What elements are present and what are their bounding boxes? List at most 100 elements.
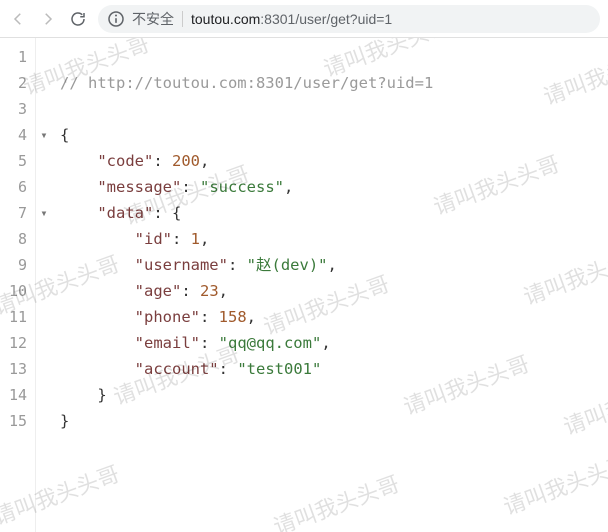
url-text: toutou.com:8301/user/get?uid=1: [191, 11, 392, 27]
code-token: ,: [284, 178, 293, 196]
browser-toolbar: 不安全 toutou.com:8301/user/get?uid=1: [0, 0, 608, 38]
reload-icon: [69, 10, 87, 28]
code-line: {: [60, 122, 600, 148]
code-token: : {: [153, 204, 181, 222]
fold-marker: [36, 252, 52, 278]
watermark-text: 请叫我头头哥: [499, 446, 608, 521]
line-number-gutter: 123456789101112131415: [0, 38, 36, 532]
code-token: "qq@qq.com": [219, 334, 322, 352]
code-token: :: [181, 282, 200, 300]
fold-marker: [36, 356, 52, 382]
code-line: "username": "赵(dev)",: [60, 252, 600, 278]
code-token: "id": [135, 230, 172, 248]
code-token: "success": [200, 178, 284, 196]
json-viewer: 123456789101112131415 ▾▾ ​// http://tout…: [0, 38, 608, 532]
code-token: :: [172, 230, 191, 248]
code-token: "data": [97, 204, 153, 222]
url-host: toutou.com: [191, 11, 260, 27]
url-path: /user/get?uid=1: [295, 11, 392, 27]
code-line: "data": {: [60, 200, 600, 226]
addr-divider: [182, 11, 183, 27]
code-token: "age": [135, 282, 182, 300]
code-token: }: [97, 386, 106, 404]
reload-button[interactable]: [68, 9, 88, 29]
line-number: 1: [0, 44, 27, 70]
code-token: 1: [191, 230, 200, 248]
watermark-text: 请叫我头头哥: [269, 466, 404, 532]
code-token: :: [200, 308, 219, 326]
code-token: ,: [200, 152, 209, 170]
code-line: "age": 23,: [60, 278, 600, 304]
code-token: 200: [172, 152, 200, 170]
line-number: 11: [0, 304, 27, 330]
arrow-left-icon: [9, 10, 27, 28]
code-token: ,: [321, 334, 330, 352]
fold-marker: [36, 304, 52, 330]
nav-forward-button[interactable]: [38, 9, 58, 29]
fold-marker: [36, 96, 52, 122]
code-token: "message": [97, 178, 181, 196]
code-token: "account": [135, 360, 219, 378]
code-token: {: [60, 126, 69, 144]
nav-back-button[interactable]: [8, 9, 28, 29]
line-number: 14: [0, 382, 27, 408]
info-icon: [108, 11, 124, 27]
code-area: ​ // http://toutou.com:8301/user/get?uid=…: [52, 38, 608, 434]
code-line: "code": 200,: [60, 148, 600, 174]
line-number: 6: [0, 174, 27, 200]
line-number: 2: [0, 70, 27, 96]
code-token: "code": [97, 152, 153, 170]
code-token: ,: [247, 308, 256, 326]
line-number: 15: [0, 408, 27, 434]
line-number: 4: [0, 122, 27, 148]
address-bar[interactable]: 不安全 toutou.com:8301/user/get?uid=1: [98, 5, 600, 33]
code-token: :: [181, 178, 200, 196]
fold-marker: [36, 226, 52, 252]
line-number: 10: [0, 278, 27, 304]
fold-column: ▾▾: [36, 38, 52, 532]
code-token: "username": [135, 256, 228, 274]
code-token: :: [228, 256, 247, 274]
code-token: // http://toutou.com:8301/user/get?uid=1: [60, 74, 433, 92]
code-token: 23: [200, 282, 219, 300]
fold-marker: [36, 44, 52, 70]
fold-marker: [36, 382, 52, 408]
fold-marker: [36, 70, 52, 96]
code-token: :: [153, 152, 172, 170]
code-line: "message": "success",: [60, 174, 600, 200]
code-line: }: [60, 408, 600, 434]
code-line: ​: [60, 96, 600, 122]
fold-marker[interactable]: ▾: [36, 122, 52, 148]
line-number: 12: [0, 330, 27, 356]
line-number: 3: [0, 96, 27, 122]
line-number: 13: [0, 356, 27, 382]
arrow-right-icon: [39, 10, 57, 28]
url-port: :8301: [260, 11, 295, 27]
code-token: ,: [327, 256, 336, 274]
code-token: }: [60, 412, 69, 430]
fold-marker: [36, 148, 52, 174]
line-number: 5: [0, 148, 27, 174]
code-line: "id": 1,: [60, 226, 600, 252]
code-line: "phone": 158,: [60, 304, 600, 330]
insecure-label: 不安全: [132, 9, 174, 29]
code-token: ,: [200, 230, 209, 248]
fold-marker[interactable]: ▾: [36, 200, 52, 226]
line-number: 9: [0, 252, 27, 278]
code-line: ​: [60, 44, 600, 70]
code-line: "email": "qq@qq.com",: [60, 330, 600, 356]
line-number: 8: [0, 226, 27, 252]
code-token: 158: [219, 308, 247, 326]
code-token: :: [219, 360, 238, 378]
code-line: "account": "test001": [60, 356, 600, 382]
code-token: "phone": [135, 308, 200, 326]
code-token: "赵(dev)": [247, 256, 328, 274]
line-number: 7: [0, 200, 27, 226]
fold-marker: [36, 278, 52, 304]
code-line: }: [60, 382, 600, 408]
fold-marker: [36, 174, 52, 200]
code-line: // http://toutou.com:8301/user/get?uid=1: [60, 70, 600, 96]
fold-marker: [36, 408, 52, 434]
code-token: :: [200, 334, 219, 352]
fold-marker: [36, 330, 52, 356]
